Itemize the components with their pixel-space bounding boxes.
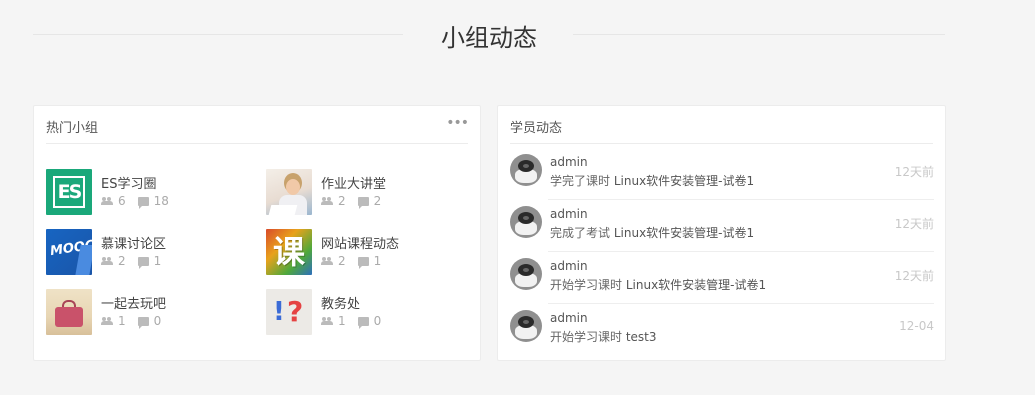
activity-description: 完成了考试 Linux软件安装管理-试卷1 xyxy=(550,224,754,241)
activity-target[interactable]: test3 xyxy=(626,330,657,344)
member-count: 2 xyxy=(118,254,126,268)
ellipsis-icon[interactable]: ••• xyxy=(446,116,469,130)
group-item-office[interactable]: !? 教务处 1 0 xyxy=(266,289,476,337)
group-item-homework[interactable]: 作业大讲堂 2 2 xyxy=(266,169,476,217)
section-title: 小组动态 xyxy=(441,24,537,52)
post-count: 2 xyxy=(373,194,382,208)
group-item-course-news[interactable]: 课 网站课程动态 2 1 xyxy=(266,229,476,277)
group-stats: 2 1 xyxy=(321,254,393,269)
group-thumbnail-es[interactable]: ES xyxy=(46,169,92,215)
activity-time: 12-04 xyxy=(899,319,934,333)
activity-time: 12天前 xyxy=(894,165,934,179)
group-name[interactable]: 慕课讨论区 xyxy=(101,233,166,252)
post-count: 0 xyxy=(153,314,162,328)
group-stats: 1 0 xyxy=(101,314,173,329)
members-icon xyxy=(321,317,333,325)
posts-icon xyxy=(137,316,149,329)
section-header: 小组动态 xyxy=(0,0,1035,70)
members-icon xyxy=(101,317,113,325)
group-name[interactable]: ES学习圈 xyxy=(101,173,156,192)
student-activity-panel: 学员动态 admin 学完了课时 Linux软件安装管理-试卷1 12天前 ad… xyxy=(497,105,946,361)
activity-user[interactable]: admin xyxy=(550,259,588,273)
member-count: 2 xyxy=(338,254,346,268)
members-icon xyxy=(321,197,333,205)
members-icon xyxy=(101,197,113,205)
activity-user[interactable]: admin xyxy=(550,311,588,325)
group-item-es[interactable]: ES ES学习圈 6 18 xyxy=(46,169,256,217)
members-icon xyxy=(321,257,333,265)
activity-time: 12天前 xyxy=(894,217,934,231)
activity-user[interactable]: admin xyxy=(550,207,588,221)
activity-user[interactable]: admin xyxy=(550,155,588,169)
group-stats: 1 0 xyxy=(321,314,393,329)
activity-description: 开始学习课时 test3 xyxy=(550,328,657,345)
activity-item: admin 开始学习课时 Linux软件安装管理-试卷1 12天前 xyxy=(510,252,934,304)
member-count: 2 xyxy=(338,194,346,208)
group-thumbnail-homework[interactable] xyxy=(266,169,312,215)
group-name[interactable]: 教务处 xyxy=(321,293,360,312)
posts-icon xyxy=(137,256,149,269)
members-icon xyxy=(101,257,113,265)
activity-description: 学完了课时 Linux软件安装管理-试卷1 xyxy=(550,172,754,189)
avatar[interactable] xyxy=(510,310,542,342)
posts-icon xyxy=(137,196,149,209)
post-count: 1 xyxy=(153,254,162,268)
group-stats: 2 1 xyxy=(101,254,173,269)
posts-icon xyxy=(357,256,369,269)
activity-time: 12天前 xyxy=(894,269,934,283)
activity-item: admin 完成了考试 Linux软件安装管理-试卷1 12天前 xyxy=(510,200,934,252)
group-stats: 6 18 xyxy=(101,194,181,209)
activity-item: admin 开始学习课时 test3 12-04 xyxy=(510,304,934,356)
activity-target[interactable]: Linux软件安装管理-试卷1 xyxy=(626,278,766,292)
student-activity-title: 学员动态 xyxy=(510,121,563,136)
activity-action: 开始学习课时 xyxy=(550,330,623,344)
group-name[interactable]: 作业大讲堂 xyxy=(321,173,386,192)
group-thumbnail-mooc[interactable]: MOOC xyxy=(46,229,92,275)
group-item-play[interactable]: 一起去玩吧 1 0 xyxy=(46,289,256,337)
divider-right xyxy=(573,34,945,35)
member-count: 1 xyxy=(338,314,346,328)
posts-icon xyxy=(357,316,369,329)
post-count: 0 xyxy=(373,314,382,328)
activity-item: admin 学完了课时 Linux软件安装管理-试卷1 12天前 xyxy=(510,148,934,200)
group-name[interactable]: 一起去玩吧 xyxy=(101,293,166,312)
student-activity-header: 学员动态 xyxy=(510,106,933,144)
hot-groups-title: 热门小组 xyxy=(46,121,99,136)
avatar[interactable] xyxy=(510,154,542,186)
group-thumbnail-office[interactable]: !? xyxy=(266,289,312,335)
avatar[interactable] xyxy=(510,258,542,290)
group-stats: 2 2 xyxy=(321,194,393,209)
hot-groups-panel: 热门小组 ••• ES ES学习圈 6 18 作业大讲堂 2 2 MOOC 慕课… xyxy=(33,105,481,361)
group-name[interactable]: 网站课程动态 xyxy=(321,233,399,252)
activity-action: 完成了考试 xyxy=(550,226,611,240)
activity-description: 开始学习课时 Linux软件安装管理-试卷1 xyxy=(550,276,766,293)
activity-action: 开始学习课时 xyxy=(550,278,623,292)
post-count: 1 xyxy=(373,254,382,268)
post-count: 18 xyxy=(153,194,169,208)
member-count: 1 xyxy=(118,314,126,328)
group-item-mooc[interactable]: MOOC 慕课讨论区 2 1 xyxy=(46,229,256,277)
group-thumbnail-play[interactable] xyxy=(46,289,92,335)
group-thumbnail-course[interactable]: 课 xyxy=(266,229,312,275)
activity-action: 学完了课时 xyxy=(550,174,611,188)
avatar[interactable] xyxy=(510,206,542,238)
activity-target[interactable]: Linux软件安装管理-试卷1 xyxy=(614,226,754,240)
activity-target[interactable]: Linux软件安装管理-试卷1 xyxy=(614,174,754,188)
hot-groups-header: 热门小组 ••• xyxy=(46,106,469,144)
posts-icon xyxy=(357,196,369,209)
member-count: 6 xyxy=(118,194,126,208)
